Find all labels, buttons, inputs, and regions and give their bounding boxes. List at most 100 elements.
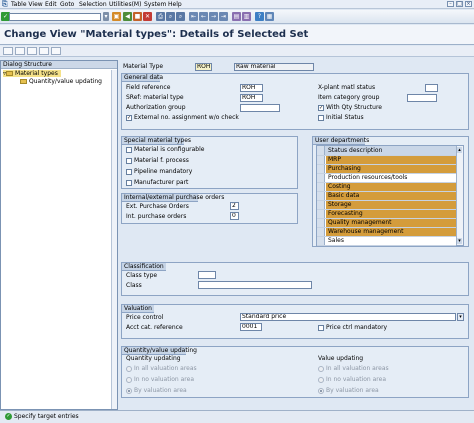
help-icon[interactable]: ? [255,12,264,21]
auth-group-input[interactable] [240,104,280,112]
price-control-dropdown[interactable]: Standard price [240,313,456,321]
manufacturer-label: Manufacturer part [134,179,189,186]
menu-goto[interactable]: Goto [60,1,74,8]
user-department-row[interactable]: Warehouse management [317,228,456,237]
new-entries-icon[interactable] [15,47,25,55]
initial-status-checkbox[interactable] [318,115,324,121]
user-department-row[interactable]: Basic data [317,192,456,201]
qty-by-area-radio[interactable] [126,388,132,394]
qty-all-areas-radio[interactable] [126,366,132,372]
delete-icon[interactable] [39,47,49,55]
previous-page-icon[interactable]: ← [199,12,208,21]
int-po-input[interactable]: 0 [230,212,239,220]
back-icon[interactable]: ◀ [123,12,132,21]
row-selector[interactable] [317,210,325,218]
pipeline-checkbox[interactable] [126,169,132,175]
user-department-row[interactable]: Costing [317,183,456,192]
user-department-row[interactable]: Sales [317,237,456,246]
print-icon[interactable]: ⎙ [156,12,165,21]
find-icon[interactable]: ⌕ [166,12,175,21]
val-by-area-radio[interactable] [318,388,324,394]
ext-po-input[interactable]: 2 [230,202,239,210]
command-dropdown-icon[interactable]: ▾ [103,12,109,21]
undo-icon[interactable] [51,47,61,55]
row-selector[interactable] [317,165,325,173]
ext-assign-checkbox[interactable]: ✓ [126,115,132,121]
row-selector[interactable] [317,192,325,200]
menu-utilities[interactable]: Utilities(M) [109,1,141,8]
next-page-icon[interactable]: → [209,12,218,21]
create-session-icon[interactable]: ▤ [232,12,241,21]
field-reference-input[interactable]: ROH [240,84,263,92]
with-qty-label: With Qty Structure [326,104,382,111]
row-selector[interactable] [317,156,325,164]
user-department-label: Sales [326,237,456,245]
find-next-icon[interactable]: ⌕ [176,12,185,21]
user-department-row[interactable]: Production resources/tools [317,174,456,183]
val-all-areas-radio[interactable] [318,366,324,372]
user-department-label: Forecasting [326,210,456,218]
value-updating-label: Value updating [318,355,364,362]
left-pane-scrollbar[interactable] [111,70,117,409]
last-page-icon[interactable]: ⇥ [219,12,228,21]
select-all-icon[interactable] [317,146,325,155]
price-mandatory-checkbox[interactable] [318,325,324,331]
menu-selection[interactable]: Selection [79,1,107,8]
shortcut-icon[interactable]: ▥ [242,12,251,21]
menu-system[interactable]: System [144,1,166,8]
valuation-title: Valuation [122,305,154,313]
process-checkbox[interactable] [126,158,132,164]
user-department-label: Purchasing [326,165,456,173]
sref-input[interactable]: ROH [240,94,263,102]
save-icon[interactable]: ▣ [112,12,121,21]
class-input[interactable] [198,281,312,289]
row-selector[interactable] [317,219,325,227]
class-type-label: Class type [126,272,158,279]
row-selector[interactable] [317,174,325,182]
menu-table-view[interactable]: Table View [11,1,43,8]
user-department-row[interactable]: Quality management [317,219,456,228]
user-department-row[interactable]: MRP [317,156,456,165]
configurable-checkbox[interactable] [126,147,132,153]
menu-edit[interactable]: Edit [45,1,57,8]
user-department-row[interactable]: Storage [317,201,456,210]
row-selector[interactable] [317,183,325,191]
maximize-icon[interactable]: □ [456,1,463,7]
qv-updating-title: Quantity/value updating [122,347,197,355]
initial-status-label: Initial Status [326,114,364,121]
item-cat-input[interactable] [407,94,437,102]
val-no-area-radio[interactable] [318,377,324,383]
row-selector[interactable] [317,228,325,236]
qty-no-area-radio[interactable] [126,377,132,383]
tree-item-quantity-value[interactable]: Quantity/value updating [20,78,102,85]
copy-icon[interactable] [27,47,37,55]
xplant-input[interactable] [425,84,438,92]
user-department-label: Production resources/tools [326,174,456,182]
val-no-area-label: In no valuation area [326,376,387,383]
scroll-down-icon[interactable]: ▾ [457,238,462,244]
class-type-input[interactable] [198,271,216,279]
acct-cat-input[interactable]: 0001 [240,323,262,331]
with-qty-checkbox[interactable]: ✓ [318,105,324,111]
scroll-up-icon[interactable]: ▴ [457,147,462,153]
close-icon[interactable]: × [465,1,472,7]
cancel-icon[interactable]: ✕ [143,12,152,21]
menu-help[interactable]: Help [168,1,182,8]
layout-icon[interactable]: ▦ [265,12,274,21]
dialog-structure-pane [0,60,118,410]
user-departments-scrollbar[interactable] [456,146,463,245]
val-by-area-label: By valuation area [326,387,379,394]
display-change-icon[interactable] [3,47,13,55]
user-department-row[interactable]: Forecasting [317,210,456,219]
dropdown-arrow-icon[interactable]: ▾ [457,313,464,321]
row-selector[interactable] [317,237,325,245]
row-selector[interactable] [317,201,325,209]
tree-item-material-types[interactable]: ▿ Material types [3,70,61,77]
exit-icon[interactable]: ■ [133,12,142,21]
material-type-field[interactable]: ROH [195,63,212,71]
first-page-icon[interactable]: ⇤ [189,12,198,21]
minimize-icon[interactable]: – [447,1,454,7]
user-department-row[interactable]: Purchasing [317,165,456,174]
command-field[interactable] [9,13,101,21]
manufacturer-checkbox[interactable] [126,180,132,186]
